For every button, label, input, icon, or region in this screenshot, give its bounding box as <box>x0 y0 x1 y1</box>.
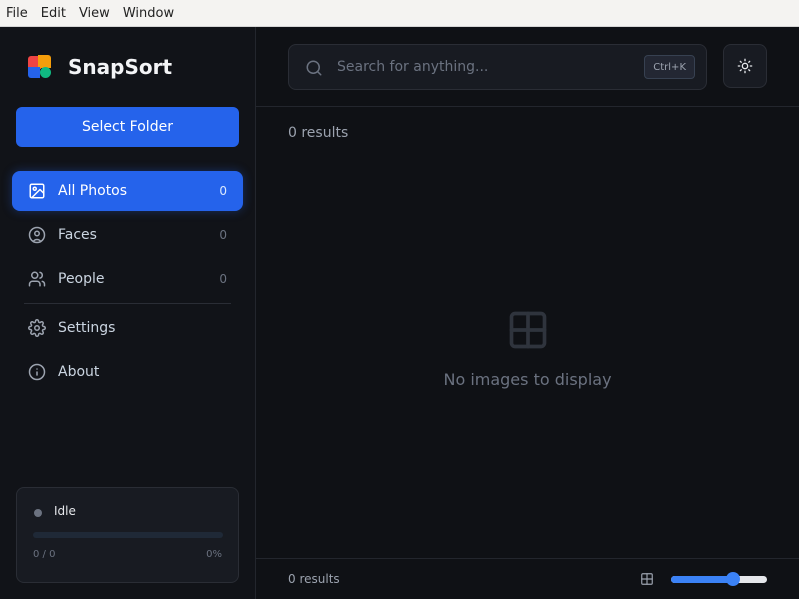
results-count: 0 results <box>288 125 349 141</box>
sidebar-item-count: 0 <box>219 272 227 286</box>
menu-file[interactable]: File <box>6 6 28 21</box>
theme-toggle-button[interactable] <box>723 44 767 88</box>
menu-view[interactable]: View <box>79 6 110 21</box>
face-icon <box>28 226 46 244</box>
status-percent: 0% <box>206 549 222 560</box>
footer-results-count: 0 results <box>288 572 340 586</box>
select-folder-button[interactable]: Select Folder <box>16 107 239 147</box>
sidebar-item-label: Faces <box>58 227 97 243</box>
app-logo-icon <box>26 54 52 80</box>
sidebar-item-label: People <box>58 271 105 287</box>
search-input[interactable] <box>337 45 637 89</box>
people-icon <box>28 270 46 288</box>
zoom-slider-thumb[interactable] <box>726 572 741 586</box>
sidebar-item-label: All Photos <box>58 183 128 199</box>
menu-edit[interactable]: Edit <box>41 6 66 21</box>
zoom-slider-fill <box>671 576 734 583</box>
search-box: Ctrl+K <box>288 44 707 90</box>
brand: SnapSort <box>26 54 172 80</box>
status-footer: 0 results <box>256 558 799 599</box>
status-count: 0 / 0 <box>33 549 56 560</box>
sidebar-item-about[interactable]: About <box>12 352 243 392</box>
grid-icon <box>509 311 546 349</box>
sidebar-item-count: 0 <box>219 228 227 242</box>
sidebar-item-faces[interactable]: Faces 0 <box>12 215 243 255</box>
info-icon <box>28 363 46 381</box>
sidebar-item-label: Settings <box>58 320 116 336</box>
sidebar-divider <box>24 303 231 304</box>
menu-bar: File Edit View Window <box>0 0 799 27</box>
search-icon <box>306 60 322 76</box>
app-name: SnapSort <box>68 55 173 79</box>
empty-state-message: No images to display <box>443 370 612 389</box>
status-label: Idle <box>54 504 76 518</box>
menu-window[interactable]: Window <box>123 6 174 21</box>
empty-state: No images to display <box>256 308 799 389</box>
sidebar-item-settings[interactable]: Settings <box>12 308 243 348</box>
sidebar-item-count: 0 <box>219 184 227 198</box>
progress-bar <box>33 532 223 538</box>
grid-view-icon[interactable] <box>640 572 654 586</box>
status-card: Idle 0 / 0 0% <box>16 487 239 583</box>
image-icon <box>28 182 46 200</box>
gear-icon <box>28 319 46 337</box>
sun-icon <box>737 58 753 74</box>
sidebar-item-people[interactable]: People 0 <box>12 259 243 299</box>
sidebar-item-all-photos[interactable]: All Photos 0 <box>12 171 243 211</box>
zoom-slider[interactable] <box>671 572 767 586</box>
sidebar-item-label: About <box>58 364 100 380</box>
top-bar: Ctrl+K <box>256 27 799 107</box>
keyboard-shortcut-badge: Ctrl+K <box>644 55 695 79</box>
status-indicator-dot <box>34 509 42 517</box>
sidebar: SnapSort Select Folder All Photos 0 Face… <box>0 27 256 599</box>
